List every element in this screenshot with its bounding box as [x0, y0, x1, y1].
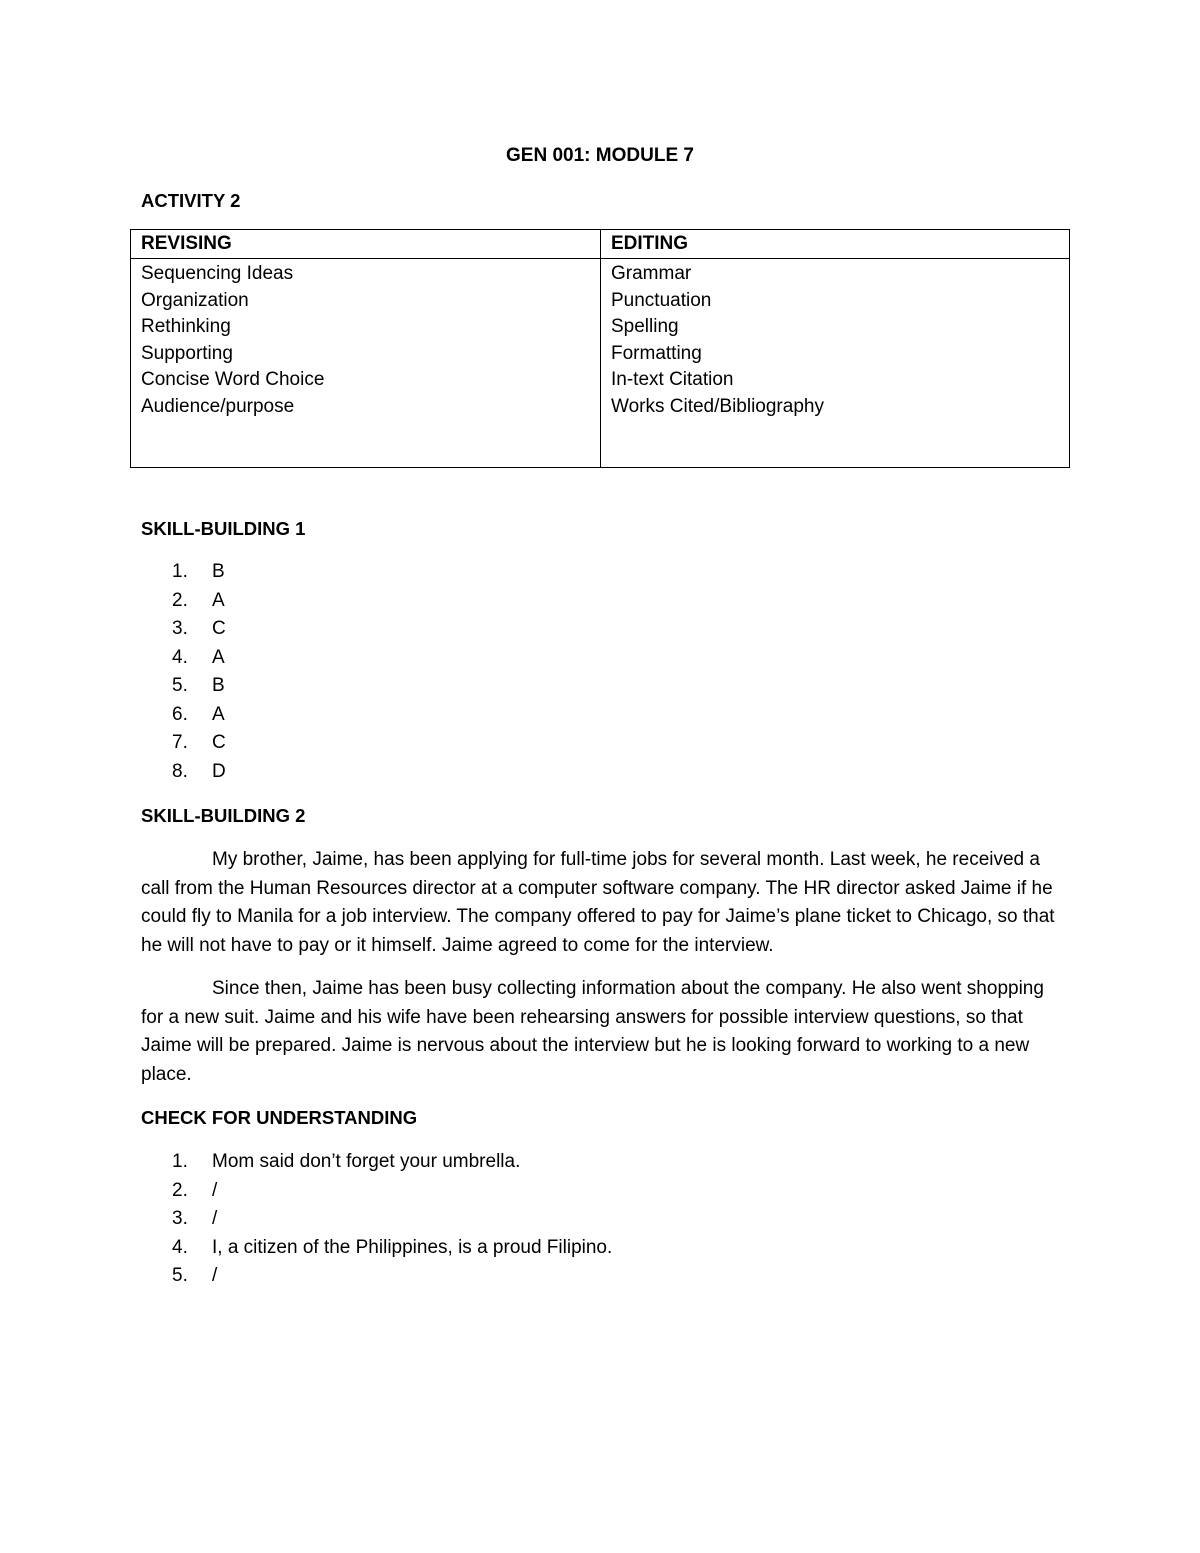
- table-header-row: REVISING EDITING: [130, 229, 1070, 259]
- item-answer: I, a citizen of the Philippines, is a pr…: [212, 1236, 613, 1258]
- item-number: 1.: [172, 561, 188, 582]
- answer-item: 1. Mom said don’t forget your umbrella.: [172, 1148, 612, 1177]
- table-body-row: Sequencing Ideas Organization Rethinking…: [130, 258, 1070, 468]
- check-for-understanding-answers: 1. Mom said don’t forget your umbrella. 2…: [172, 1148, 612, 1291]
- answer-item: 5. B: [172, 672, 226, 701]
- item-number: 1.: [172, 1151, 188, 1172]
- editing-item: Works Cited/Bibliography: [611, 395, 824, 417]
- item-answer: A: [212, 703, 225, 725]
- revising-item: Concise Word Choice: [141, 369, 325, 390]
- item-answer: /: [212, 1208, 218, 1229]
- editing-item: Spelling: [611, 316, 679, 337]
- revising-editing-table: REVISING EDITING Sequencing Ideas Organi…: [130, 229, 1070, 468]
- paragraph: My brother, Jaime, has been applying for…: [141, 849, 1055, 956]
- editing-item: Formatting: [611, 342, 702, 364]
- skill-building-1-heading: SKILL-BUILDING 1: [141, 518, 306, 539]
- editing-item: Grammar: [611, 263, 692, 284]
- answer-item: 3. /: [172, 1205, 612, 1234]
- item-answer: A: [212, 589, 225, 611]
- item-answer: C: [212, 732, 226, 753]
- answer-item: 3. C: [172, 615, 226, 644]
- item-number: 5.: [172, 1265, 188, 1286]
- column-header-revising: REVISING: [130, 229, 601, 259]
- check-for-understanding-heading: CHECK FOR UNDERSTANDING: [141, 1107, 418, 1128]
- item-answer: C: [212, 618, 226, 639]
- answer-item: 5. /: [172, 1262, 612, 1291]
- editing-item: In-text Citation: [611, 369, 734, 390]
- answer-item: 7. C: [172, 729, 226, 758]
- item-number: 4.: [172, 646, 188, 668]
- revising-item: Rethinking: [141, 316, 231, 337]
- item-number: 4.: [172, 1236, 188, 1258]
- item-number: 8.: [172, 760, 188, 782]
- answer-item: 6. A: [172, 701, 226, 730]
- item-number: 3.: [172, 1208, 188, 1229]
- item-number: 2.: [172, 1179, 188, 1201]
- editing-item: Punctuation: [611, 289, 712, 311]
- revising-item: Supporting: [141, 342, 233, 364]
- answer-item: 4. A: [172, 644, 226, 673]
- revising-item: Audience/purpose: [141, 395, 295, 417]
- answer-item: 8. D: [172, 758, 226, 787]
- item-number: 2.: [172, 589, 188, 611]
- column-header-editing: EDITING: [600, 229, 1070, 259]
- skill-building-1-answers: 1. B 2. A 3. C 4. A 5. B 6. A 7. C 8. D: [172, 558, 226, 786]
- item-number: 6.: [172, 703, 188, 725]
- skill-building-2-heading: SKILL-BUILDING 2: [141, 805, 306, 826]
- item-number: 7.: [172, 732, 188, 753]
- revising-cell: Sequencing Ideas Organization Rethinking…: [130, 258, 601, 468]
- document-title: GEN 001: MODULE 7: [506, 145, 694, 166]
- item-answer: D: [212, 760, 226, 782]
- item-answer: B: [212, 561, 225, 582]
- revising-item: Sequencing Ideas: [141, 263, 294, 284]
- answer-item: 1. B: [172, 558, 226, 587]
- activity-2-heading: ACTIVITY 2: [141, 190, 241, 211]
- revising-item: Organization: [141, 289, 249, 311]
- item-number: 3.: [172, 618, 188, 639]
- editing-cell: Grammar Punctuation Spelling Formatting …: [600, 258, 1070, 468]
- item-answer: A: [212, 646, 225, 668]
- paragraph: Since then, Jaime has been busy collecti…: [141, 978, 1044, 1085]
- item-number: 5.: [172, 675, 188, 696]
- answer-item: 2. /: [172, 1177, 612, 1206]
- item-answer: /: [212, 1179, 218, 1201]
- answer-item: 2. A: [172, 587, 226, 616]
- item-answer: /: [212, 1265, 218, 1286]
- item-answer: B: [212, 675, 225, 696]
- item-answer: Mom said don’t forget your umbrella.: [212, 1151, 521, 1172]
- answer-item: 4. I, a citizen of the Philippines, is a …: [172, 1234, 612, 1263]
